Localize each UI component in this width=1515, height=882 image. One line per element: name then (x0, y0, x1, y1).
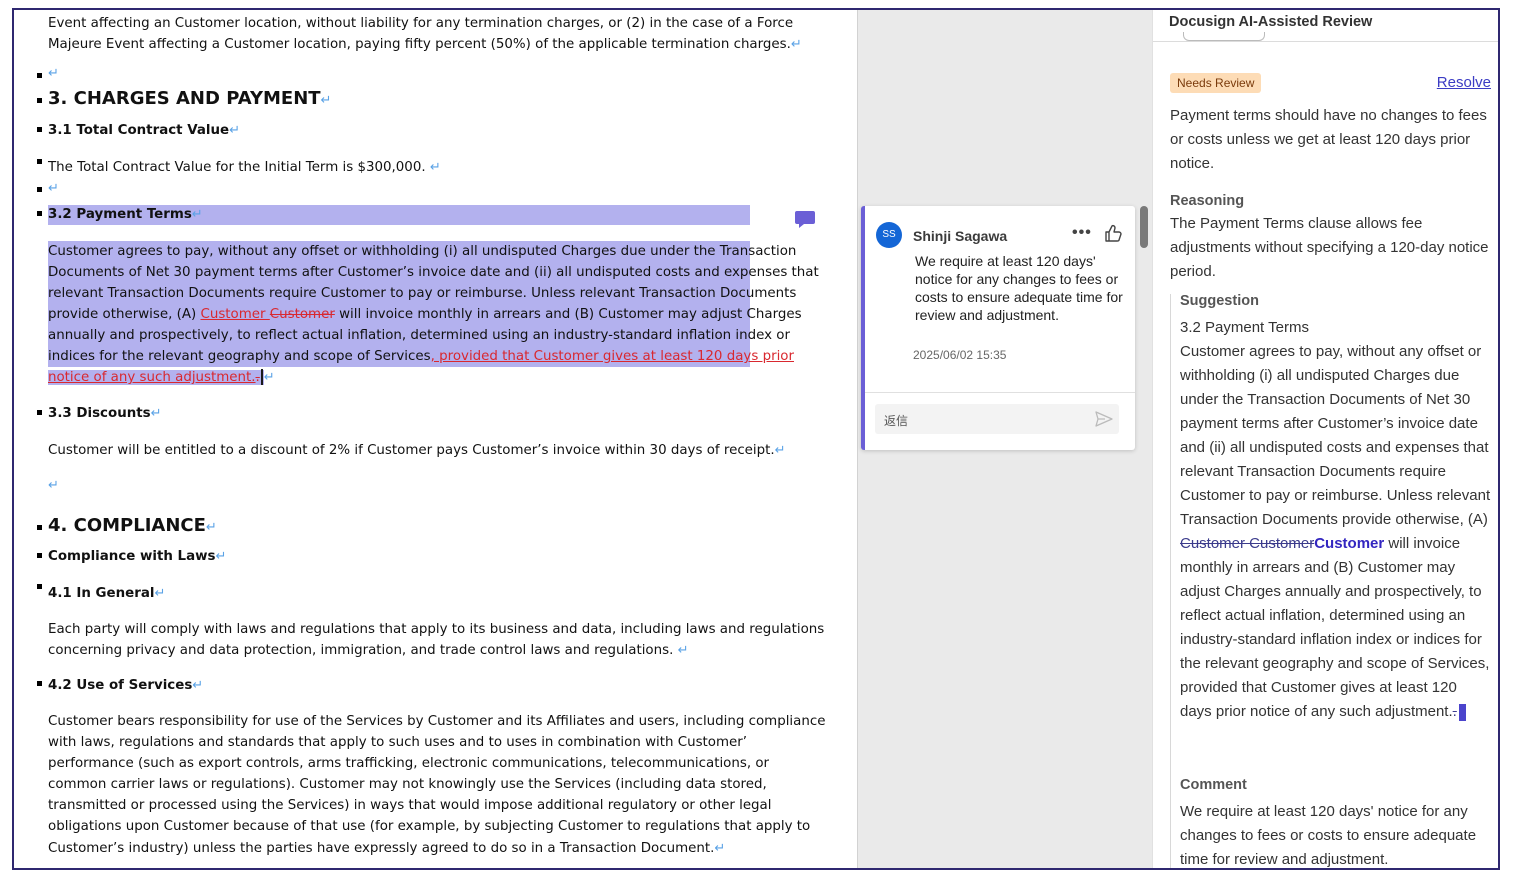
thumbs-up-icon[interactable] (1101, 222, 1123, 244)
comment-author: Shinji Sagawa (913, 228, 1008, 244)
suggested-deletion: Customer Customer (1180, 535, 1315, 552)
doc-paragraph: Customer will be entitled to a discount … (48, 443, 786, 458)
tracked-insertion[interactable]: Customer (200, 307, 269, 322)
suggestion-text: Customer agrees to pay, without any offs… (1180, 343, 1491, 721)
tracked-insertion[interactable]: , provided that Customer gives at least … (431, 349, 794, 364)
doc-paragraph: with laws, regulations and standards tha… (48, 735, 748, 750)
empty-paragraph: ↵ (48, 478, 59, 493)
scrollbar-thumb[interactable] (1140, 206, 1148, 248)
panel-tab[interactable] (1183, 32, 1265, 41)
paragraph-mark (37, 681, 42, 686)
comment-marker-icon[interactable] (794, 208, 816, 230)
suggestion-title: 3.2 Payment Terms (1180, 319, 1309, 336)
paragraph-mark (37, 73, 42, 78)
suggested-insertion: Customer (1314, 535, 1385, 552)
suggestion-label: Suggestion (1180, 293, 1259, 309)
comment-timestamp: 2025/06/02 15:35 (913, 348, 1007, 362)
tracked-deletion[interactable]: . (256, 370, 260, 385)
selected-line[interactable]: indices for the relevant geography and s… (48, 346, 794, 367)
text-cursor (1458, 703, 1466, 721)
paragraph-mark (37, 159, 42, 164)
selected-line[interactable]: Customer agrees to pay, without any offs… (48, 241, 796, 262)
app-window: Event affecting an Customer location, wi… (12, 8, 1500, 870)
section-heading-4: 4. COMPLIANCE↵ (48, 515, 217, 536)
doc-paragraph: Customer bears responsibility for use of… (48, 714, 826, 729)
paragraph-mark (37, 98, 42, 103)
empty-paragraph: ↵ (48, 181, 59, 196)
subsection-heading-compliance: Compliance with Laws↵ (48, 549, 227, 564)
avatar: SS (876, 222, 902, 248)
review-summary: Payment terms should have no changes to … (1170, 107, 1487, 172)
panel-title: Docusign AI-Assisted Review (1169, 14, 1373, 30)
doc-paragraph: concerning privacy and data protection, … (48, 643, 689, 658)
doc-paragraph: Customer’s industry) unless the parties … (48, 841, 726, 856)
paragraph-mark (37, 410, 42, 415)
suggestion-border (1170, 294, 1171, 868)
comment-card[interactable]: SS Shinji Sagawa ••• We require at least… (861, 206, 1135, 450)
doc-paragraph: obligations upon Customer because of tha… (48, 819, 811, 834)
paragraph-mark (37, 553, 42, 558)
reasoning-text: The Payment Terms clause allows fee adju… (1170, 215, 1489, 280)
more-options-button[interactable]: ••• (1072, 224, 1092, 242)
review-comment-text: We require at least 120 days' notice for… (1180, 803, 1477, 868)
resolve-link[interactable]: Resolve (1437, 74, 1491, 91)
subsection-heading-4-2: 4.2 Use of Services↵ (48, 678, 204, 693)
doc-paragraph: transmitted or processed using the Servi… (48, 798, 772, 813)
paragraph-mark (37, 525, 42, 530)
comment-label: Comment (1180, 777, 1247, 793)
comment-text: We require at least 120 days' notice for… (915, 253, 1123, 323)
reasoning-label: Reasoning (1170, 193, 1245, 209)
divider (865, 392, 1135, 393)
subsection-heading-4-1: 4.1 In General↵ (48, 586, 166, 601)
doc-paragraph: Each party will comply with laws and reg… (48, 622, 825, 637)
empty-paragraph: ↵ (48, 66, 59, 81)
send-icon[interactable] (1095, 411, 1113, 427)
selected-line[interactable]: annually and prospectively, to reflect a… (48, 325, 790, 346)
doc-paragraph: Majeure Event affecting a Customer locat… (48, 37, 802, 52)
tracked-insertion[interactable]: notice of any such adjustment. (48, 370, 256, 385)
ai-review-panel: Docusign AI-Assisted Review Needs Review… (1152, 10, 1498, 868)
divider (1153, 41, 1498, 42)
selected-line[interactable]: relevant Transaction Documents require C… (48, 283, 796, 304)
reply-placeholder: 返信 (884, 414, 909, 428)
paragraph-mark (37, 584, 42, 589)
subsection-heading-3-3: 3.3 Discounts↵ (48, 406, 162, 421)
reply-input[interactable]: 返信 (875, 404, 1119, 434)
doc-paragraph: common carrier laws or regulations). Cus… (48, 777, 767, 792)
paragraph-mark (37, 127, 42, 132)
tracked-deletion[interactable]: Customer (270, 307, 335, 322)
selected-line[interactable]: notice of any such adjustment.. ↵ (48, 367, 275, 388)
selected-line[interactable]: Documents of Net 30 payment terms after … (48, 262, 819, 283)
doc-paragraph: The Total Contract Value for the Initial… (48, 160, 441, 175)
status-badge: Needs Review (1170, 73, 1262, 93)
paragraph-mark (37, 187, 42, 192)
section-heading-3: 3. CHARGES AND PAYMENT↵ (48, 88, 332, 109)
doc-paragraph: Event affecting an Customer location, wi… (48, 16, 794, 31)
comments-pane: SS Shinji Sagawa ••• We require at least… (857, 10, 1153, 868)
text-cursor (260, 369, 263, 385)
paragraph-mark (37, 211, 42, 216)
document-pane[interactable]: Event affecting an Customer location, wi… (14, 10, 857, 868)
subsection-heading-3-1: 3.1 Total Contract Value↵ (48, 123, 241, 138)
subsection-heading-3-2[interactable]: 3.2 Payment Terms↵ (48, 205, 750, 225)
selected-line[interactable]: provide otherwise, (A) Customer Customer… (48, 304, 802, 325)
doc-paragraph: performance (such as export controls, ar… (48, 756, 770, 771)
